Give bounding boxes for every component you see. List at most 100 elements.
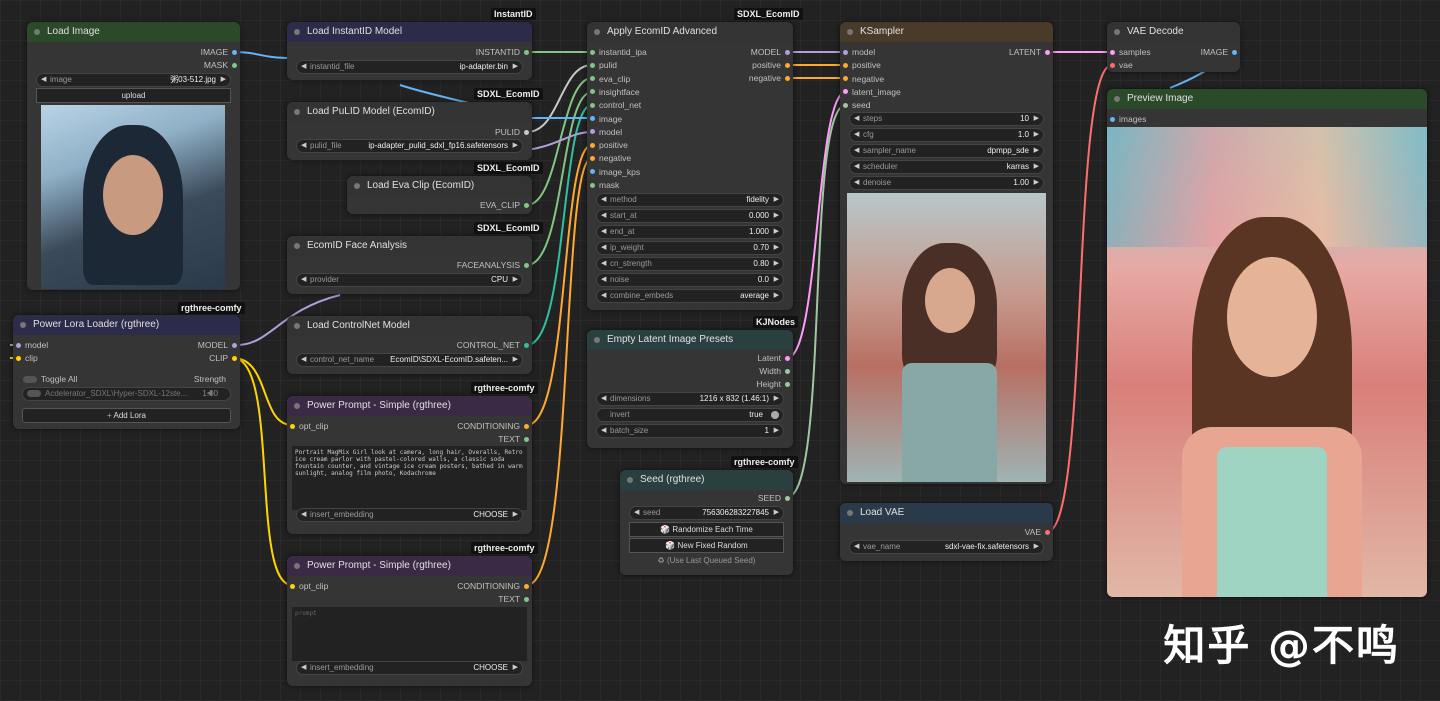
node-load-eva-clip[interactable]: Load Eva Clip (EcomID) EVA_CLIP [347,176,532,214]
image-combo[interactable]: ◀ image 粥03-512.jpg ▶ [36,73,231,87]
node-title[interactable]: Power Lora Loader (rgthree) [13,315,240,335]
socket-dot[interactable] [843,76,848,82]
arrow-left-icon[interactable]: ◀ [854,145,859,157]
provider-combo[interactable]: ◀ provider CPU ▶ [296,273,523,287]
output-width[interactable]: Width [691,365,793,377]
control-net-combo[interactable]: ◀ control_net_name EcomID\SDXL-EcomID.safe… [296,353,523,367]
lora-row[interactable]: Acdelerator_SDXL\Hyper-SDXL-12ste... ◀ 1.0… [22,387,231,401]
arrow-left-icon[interactable]: ◀ [601,226,606,238]
arrow-right-icon[interactable]: ▶ [774,242,779,254]
socket-dot[interactable] [590,49,595,55]
batch-size-number[interactable]: ◀ batch_size 1 ▶ [596,424,784,438]
input-control-net[interactable]: control_net [587,99,709,111]
combine-embeds-widget[interactable]: ◀ combine_embeds average ▶ [596,289,784,303]
insert-embedding-combo[interactable]: ◀ insert_embedding CHOOSE ▶ [296,661,523,675]
ip-weight-widget[interactable]: ◀ ip_weight 0.70 ▶ [596,241,784,255]
node-load-controlnet[interactable]: Load ControlNet Model CONTROL_NET ◀ contr… [287,316,532,374]
input-positive[interactable]: positive [840,59,962,71]
scheduler-widget[interactable]: ◀ scheduler karras ▶ [849,160,1044,174]
node-title[interactable]: Load ControlNet Model [287,316,532,336]
socket-dot[interactable] [843,49,848,55]
output-model[interactable]: MODEL [128,339,240,351]
node-title[interactable]: KSampler [840,22,1053,42]
node-title[interactable]: Empty Latent Image Presets [587,330,793,350]
socket-dot[interactable] [1110,49,1115,55]
socket-dot[interactable] [16,342,21,348]
input-latent-image[interactable]: latent_image [840,86,962,98]
socket-dot[interactable] [785,495,790,501]
arrow-right-icon[interactable]: ▶ [1034,129,1039,141]
output-mask[interactable]: MASK [27,59,240,71]
method-widget[interactable]: ◀ method fidelity ▶ [596,193,784,207]
node-load-vae[interactable]: Load VAE VAE ◀ vae_name sdxl-vae-fix.safet… [840,503,1053,561]
socket-dot[interactable] [785,381,790,387]
start-at-widget[interactable]: ◀ start_at 0.000 ▶ [596,209,784,223]
arrow-left-icon[interactable]: ◀ [854,129,859,141]
socket-dot[interactable] [524,202,529,208]
socket-dot[interactable] [843,62,848,68]
arrow-right-icon[interactable]: ▶ [513,354,518,366]
arrow-left-icon[interactable]: ◀ [854,541,859,553]
socket-dot[interactable] [232,49,237,55]
node-title[interactable]: Load InstantID Model [287,22,532,42]
socket-dot[interactable] [590,76,595,82]
socket-dot[interactable] [1110,62,1115,68]
input-positive[interactable]: positive [587,139,709,151]
output-image[interactable]: IMAGE [1168,46,1240,58]
output-vae[interactable]: VAE [951,526,1053,538]
input-vae[interactable]: vae [1107,59,1189,71]
input-model[interactable]: model [840,46,962,58]
arrow-left-icon[interactable]: ◀ [41,74,46,86]
arrow-left-icon[interactable]: ◀ [301,662,306,674]
instantid-file-combo[interactable]: ◀ instantid_file ip-adapter.bin ▶ [296,60,523,74]
arrow-right-icon[interactable]: ▶ [1034,113,1039,125]
node-power-lora-loader[interactable]: Power Lora Loader (rgthree) model MODEL … [13,315,240,429]
steps-widget[interactable]: ◀ steps 10 ▶ [849,112,1044,126]
arrow-left-icon[interactable]: ◀ [601,290,606,302]
arrow-right-icon[interactable]: ▶ [774,290,779,302]
input-negative[interactable]: negative [587,152,709,164]
output-text[interactable]: TEXT [400,433,532,445]
node-title[interactable]: Load PuLID Model (EcomID) [287,102,532,122]
input-images[interactable]: images [1107,113,1219,125]
arrow-left-icon[interactable]: ◀ [601,274,606,286]
socket-dot[interactable] [590,182,595,188]
socket-dot[interactable] [590,169,595,175]
input-clip[interactable]: clip [13,352,125,364]
socket-dot[interactable] [290,423,295,429]
input-image[interactable]: image [587,113,709,125]
cn-strength-widget[interactable]: ◀ cn_strength 0.80 ▶ [596,257,784,271]
socket-dot[interactable] [843,89,848,95]
node-power-prompt-positive[interactable]: Power Prompt - Simple (rgthree) opt_clip… [287,396,532,534]
socket-dot[interactable] [524,423,529,429]
arrow-right-icon[interactable]: ▶ [774,226,779,238]
arrow-right-icon[interactable]: ▶ [513,140,518,152]
use-last-seed-button[interactable]: ♻ (Use Last Queued Seed) [629,554,784,567]
arrow-left-icon[interactable]: ◀ [634,507,639,519]
socket-dot[interactable] [524,49,529,55]
prompt-textarea[interactable]: prompt [292,607,527,661]
arrow-right-icon[interactable]: ▶ [774,258,779,270]
toggle-knob-icon[interactable] [771,411,779,419]
output-text[interactable]: TEXT [400,593,532,605]
arrow-left-icon[interactable]: ◀ [601,194,606,206]
arrow-left-icon[interactable]: ◀ [601,425,606,437]
arrow-right-icon[interactable]: ▶ [774,425,779,437]
input-seed[interactable]: seed [840,99,962,111]
denoise-widget[interactable]: ◀ denoise 1.00 ▶ [849,176,1044,190]
cfg-widget[interactable]: ◀ cfg 1.0 ▶ [849,128,1044,142]
output-latent[interactable]: Latent [691,352,793,364]
socket-dot[interactable] [1045,49,1050,55]
toggle-all[interactable]: Toggle All [23,373,77,385]
socket-dot[interactable] [590,116,595,121]
socket-dot[interactable] [1232,49,1237,55]
arrow-right-icon[interactable]: ▶ [221,74,226,86]
node-title[interactable]: Load VAE [840,503,1053,523]
node-title[interactable]: EcomID Face Analysis [287,236,532,256]
node-vae-decode[interactable]: VAE Decode samples IMAGE vae [1107,22,1240,72]
socket-dot[interactable] [590,89,595,95]
node-title[interactable]: Apply EcomID Advanced [587,22,793,42]
node-apply-ecomid[interactable]: Apply EcomID Advanced instantid_ipa pulid… [587,22,793,310]
socket-dot[interactable] [524,596,529,602]
pulid-file-combo[interactable]: ◀ pulid_file ip-adapter_pulid_sdxl_fp16.sa… [296,139,523,153]
